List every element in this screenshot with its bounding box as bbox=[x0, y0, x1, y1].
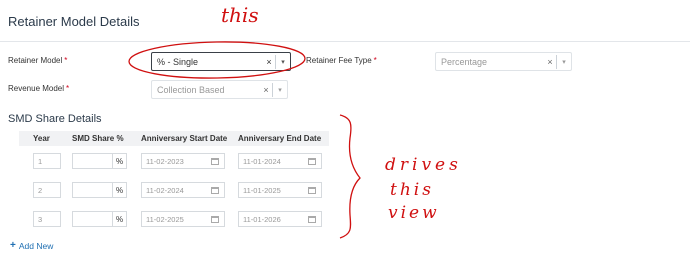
annotation-view: view bbox=[388, 203, 440, 223]
annotation-this-top: this bbox=[221, 3, 259, 27]
annotation-drives: drives bbox=[385, 155, 462, 175]
annotation-ellipse bbox=[128, 41, 306, 79]
annotation-layer bbox=[128, 41, 361, 239]
annotation-this-side: this bbox=[390, 180, 434, 200]
annotation-brace bbox=[339, 114, 361, 239]
